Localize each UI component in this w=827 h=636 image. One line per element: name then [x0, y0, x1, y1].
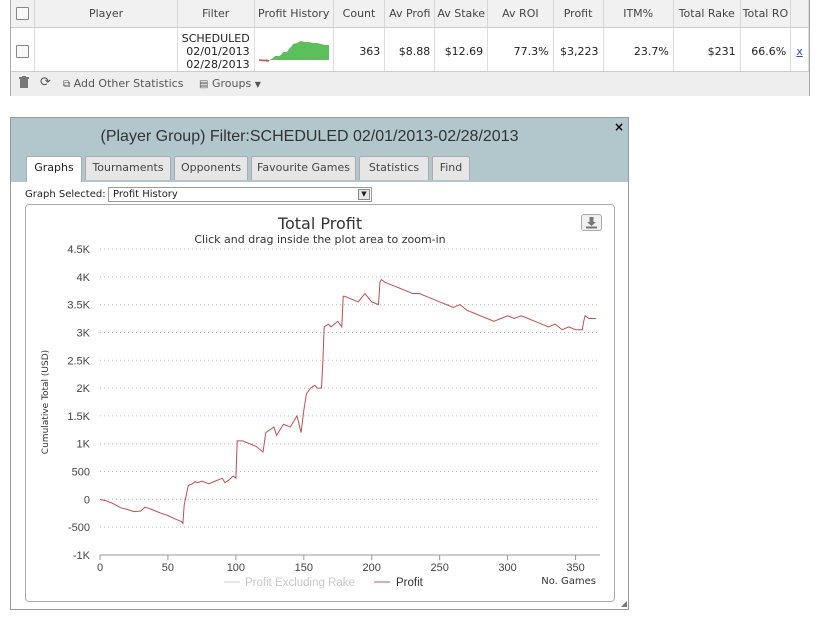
- filter-line: SCHEDULED: [181, 31, 250, 45]
- y-tick-label: 2K: [77, 383, 91, 395]
- add-stats-label: Add Other Statistics: [73, 77, 184, 90]
- av-profit-cell: $8.88: [384, 27, 436, 74]
- select-all-header[interactable]: [11, 0, 36, 28]
- row-checkbox[interactable]: [16, 44, 30, 58]
- dialog-title: (Player Group) Filter:SCHEDULED 02/01/20…: [100, 128, 519, 145]
- profit-cell: $3,223: [553, 27, 604, 74]
- y-tick-label: 1.5K: [67, 411, 90, 423]
- trash-icon[interactable]: [19, 76, 29, 91]
- av-roi-cell: 77.3%: [487, 27, 554, 74]
- legend-item-profit-excluding-rake[interactable]: Profit Excluding Rake: [245, 577, 355, 589]
- sparkline-area: [258, 41, 329, 61]
- graph-select-dropdown[interactable]: Profit History ▼: [108, 187, 372, 202]
- y-tick-label: 4K: [77, 272, 91, 284]
- chevron-down-icon: ▼: [254, 80, 261, 89]
- close-icon[interactable]: ×: [614, 120, 624, 134]
- stats-table: Player Filter Profit History Count Av Pr…: [11, 0, 809, 74]
- add-other-statistics-button[interactable]: ⧉ Add Other Statistics: [63, 77, 183, 90]
- col-header-total-rake[interactable]: Total Rake: [673, 0, 741, 28]
- chevron-down-icon[interactable]: ▼: [358, 189, 370, 200]
- y-tick-label: 3.5K: [67, 300, 90, 312]
- remove-row-cell[interactable]: x: [790, 27, 809, 74]
- graph-selected-label: Graph Selected:: [25, 189, 106, 200]
- chart-title: Total Profit: [277, 214, 362, 233]
- filter-line: 02/01/2013: [186, 44, 250, 58]
- graph-select-value: Profit History: [113, 189, 178, 200]
- sparkline-negative-segment: [258, 59, 269, 62]
- chart-frame: -1K -500 0 500 1K 1.5K 2K 2.5K 3K 3.5K 4K 4.5K 0 50 10…: [25, 204, 615, 602]
- col-header-av-profit[interactable]: Av Profi: [384, 0, 436, 28]
- select-all-checkbox[interactable]: [16, 7, 30, 21]
- y-axis-label: Cumulative Total (USD): [41, 350, 51, 454]
- x-tick-label: 250: [430, 562, 448, 574]
- tab-opponents[interactable]: Opponents: [174, 156, 248, 180]
- remove-row-link[interactable]: x: [796, 45, 803, 58]
- col-header-total-roi[interactable]: Total RO: [740, 0, 792, 28]
- graph-dialog: (Player Group) Filter:SCHEDULED 02/01/20…: [10, 117, 629, 610]
- col-header-player[interactable]: Player: [34, 0, 178, 28]
- groups-dropdown[interactable]: ▤ Groups ▼: [199, 77, 261, 90]
- download-button[interactable]: [581, 214, 602, 231]
- tab-graphs[interactable]: Graphs: [26, 156, 82, 182]
- col-header-av-stake[interactable]: Av Stake: [434, 0, 489, 28]
- y-tick-label: 0: [84, 494, 90, 506]
- total-roi-cell: 66.6%: [740, 27, 792, 74]
- filter-cell: SCHEDULED 02/01/2013 02/28/2013: [177, 27, 255, 74]
- filter-line: 02/28/2013: [186, 57, 250, 71]
- add-stats-icon: ⧉: [63, 79, 71, 90]
- x-tick-label: 50: [162, 562, 174, 574]
- x-tick-label: 350: [566, 562, 584, 574]
- y-tick-label: 1K: [77, 439, 91, 451]
- col-header-profit-history[interactable]: Profit History: [254, 0, 334, 28]
- groups-label: Groups: [211, 77, 252, 90]
- legend-item-profit[interactable]: Profit: [396, 577, 424, 589]
- profit-chart[interactable]: -1K -500 0 500 1K 1.5K 2K 2.5K 3K 3.5K 4K 4.5K 0 50 10…: [26, 205, 614, 601]
- x-tick-label: 100: [227, 562, 245, 574]
- tab-favourite-games[interactable]: Favourite Games: [251, 156, 356, 180]
- profit-history-sparkline[interactable]: [255, 28, 333, 71]
- total-rake-cell: $231: [673, 27, 741, 74]
- itm-cell: 23.7%: [603, 27, 674, 74]
- refresh-icon[interactable]: ⟳: [40, 75, 51, 90]
- dialog-header[interactable]: (Player Group) Filter:SCHEDULED 02/01/20…: [11, 118, 628, 182]
- x-tick-label: 300: [498, 562, 516, 574]
- tab-statistics[interactable]: Statistics: [359, 156, 429, 180]
- tab-find[interactable]: Find: [432, 156, 470, 180]
- chart-subtitle: Click and drag inside the plot area to z…: [194, 233, 445, 246]
- row-checkbox-cell[interactable]: [11, 27, 36, 74]
- x-axis-label: No. Games: [541, 576, 596, 587]
- col-header-av-roi[interactable]: Av ROI: [487, 0, 554, 28]
- x-tick-label: 200: [363, 562, 381, 574]
- tab-tournaments[interactable]: Tournaments: [85, 156, 171, 180]
- groups-icon: ▤: [199, 79, 209, 90]
- col-header-itm[interactable]: ITM%: [603, 0, 674, 28]
- y-tick-label: 3K: [77, 327, 91, 339]
- series-line-profit: [99, 278, 596, 525]
- table-row[interactable]: SCHEDULED 02/01/2013 02/28/2013 363 $8.8…: [11, 27, 809, 74]
- x-tick-label: 150: [295, 562, 313, 574]
- stats-footer-toolbar: ⟳ ⧉ Add Other Statistics ▤ Groups ▼: [11, 71, 809, 96]
- av-stake-cell: $12.69: [434, 27, 489, 74]
- profit-history-sparkline-cell[interactable]: [254, 27, 334, 74]
- download-icon: [586, 217, 597, 229]
- y-tick-label: -1K: [73, 550, 91, 562]
- col-header-profit[interactable]: Profit: [553, 0, 604, 28]
- col-header-spacer: [790, 0, 809, 28]
- y-tick-label: 2.5K: [67, 355, 90, 367]
- x-tick-label: 0: [97, 562, 103, 574]
- y-tick-label: 4.5K: [67, 244, 90, 256]
- resize-grip[interactable]: ◢: [621, 599, 627, 608]
- col-header-count[interactable]: Count: [333, 0, 386, 28]
- col-header-filter[interactable]: Filter: [177, 0, 255, 28]
- y-tick-label: -500: [68, 522, 90, 534]
- stats-panel: Player Filter Profit History Count Av Pr…: [10, 0, 810, 96]
- player-name-cell[interactable]: [34, 27, 178, 74]
- count-cell: 363: [333, 27, 386, 74]
- y-tick-label: 500: [72, 467, 90, 479]
